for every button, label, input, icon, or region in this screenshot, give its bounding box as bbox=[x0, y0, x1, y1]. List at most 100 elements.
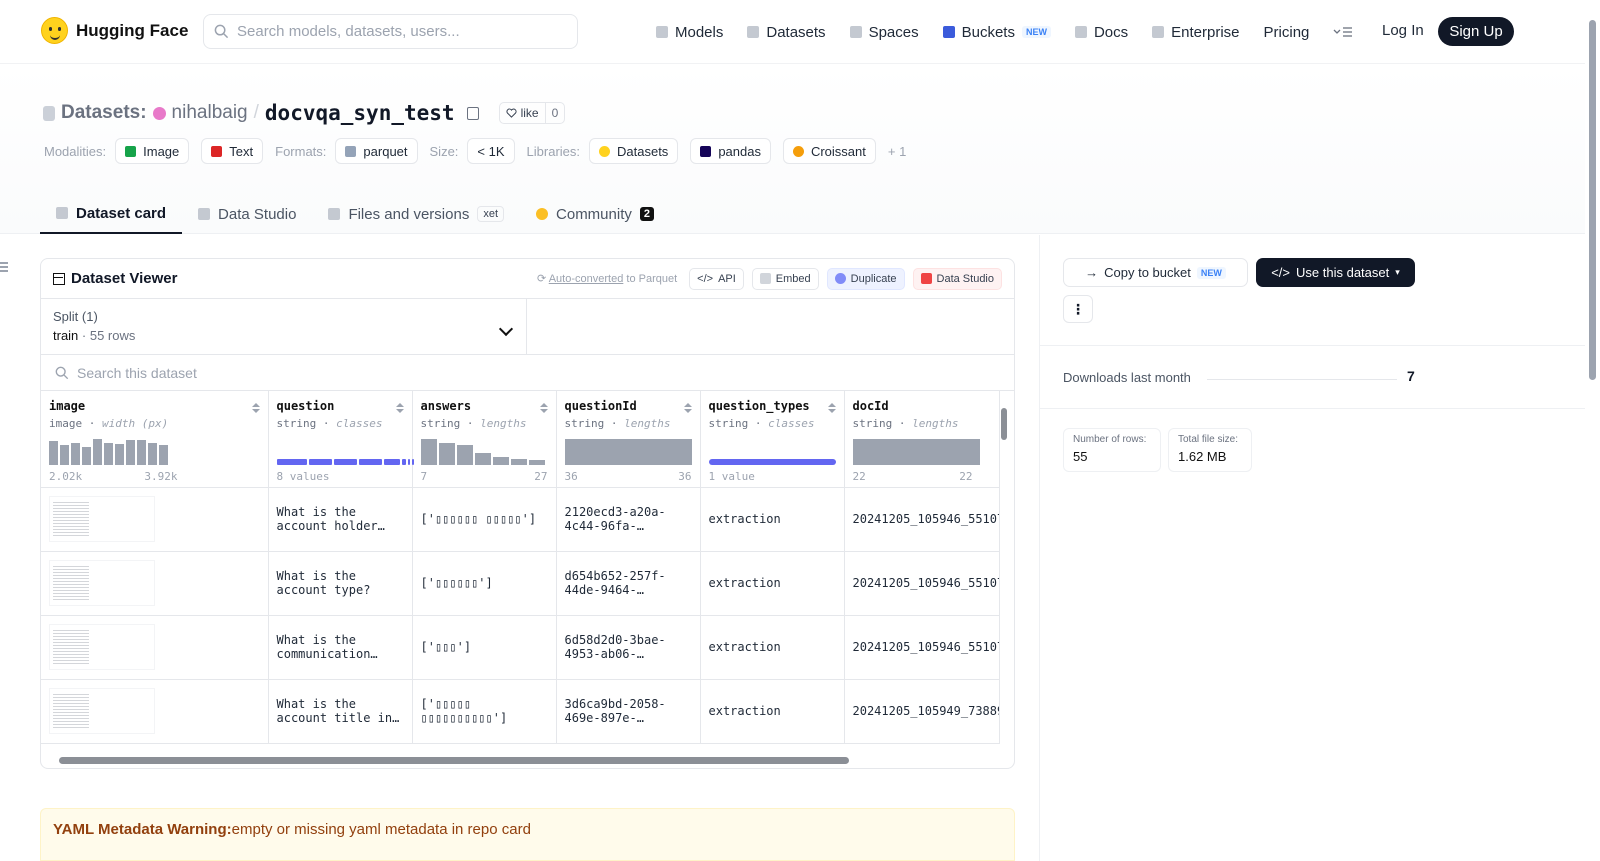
rows-value: 55 bbox=[1073, 449, 1088, 464]
like-count: 0 bbox=[551, 106, 559, 120]
doc-id-cell[interactable]: 20241205_105949_73889 bbox=[844, 679, 1000, 744]
brand-logo[interactable]: Hugging Face bbox=[41, 17, 188, 44]
sort-icon[interactable] bbox=[539, 403, 548, 413]
histogram bbox=[49, 439, 168, 465]
repo-header: Datasets: nihalbaig / docvqa_syn_test li… bbox=[0, 64, 1585, 234]
tab-dataset-card[interactable]: Dataset card bbox=[40, 194, 183, 234]
nav-pricing[interactable]: Pricing bbox=[1264, 24, 1310, 41]
column-type-value: string bbox=[708, 417, 749, 430]
split-dropdown[interactable]: Split (1) train · 55 rows bbox=[41, 299, 527, 354]
nav-buckets[interactable]: Buckets NEW bbox=[942, 24, 1051, 41]
nav-more-menu[interactable] bbox=[1333, 26, 1353, 38]
column-header-docId[interactable]: docId string · lengths 22 22 bbox=[844, 391, 1000, 488]
question-types-cell[interactable]: extraction bbox=[700, 551, 845, 616]
nav-spaces[interactable]: Spaces bbox=[849, 24, 919, 41]
format-parquet-chip[interactable]: parquet bbox=[335, 138, 418, 164]
document-thumbnail[interactable] bbox=[49, 624, 155, 670]
horizontal-scrollbar[interactable] bbox=[41, 752, 1014, 768]
new-badge: NEW bbox=[1196, 266, 1226, 279]
answers-cell[interactable]: ['▯▯▯▯▯▯ ▯▯▯▯▯'] bbox=[412, 487, 557, 552]
auto-converted-note[interactable]: ⟳ Auto-converted to Parquet bbox=[537, 272, 677, 285]
tab-data-studio[interactable]: Data Studio bbox=[182, 194, 312, 234]
tab-community[interactable]: Community 2 bbox=[520, 194, 670, 234]
question-cell[interactable]: What is the account holder… bbox=[268, 487, 413, 552]
tab-dataset-card-label: Dataset card bbox=[76, 204, 167, 222]
auto-converted-link[interactable]: Auto-converted bbox=[549, 273, 624, 285]
library-croissant-chip[interactable]: Croissant bbox=[782, 138, 876, 164]
signup-button[interactable]: Sign Up bbox=[1438, 17, 1514, 46]
tab-files-and-versions[interactable]: Files and versions xet bbox=[312, 194, 520, 234]
column-header-question[interactable]: question string · classes 8 values bbox=[268, 391, 414, 488]
api-button[interactable]: </> API bbox=[689, 267, 744, 290]
question-types-cell[interactable]: extraction bbox=[700, 615, 845, 680]
table-row[interactable]: What is the account title in… ['▯▯▯▯▯ ▯▯… bbox=[41, 679, 1000, 744]
question-cell[interactable]: What is the account type? bbox=[268, 551, 413, 616]
sidebar-toggle-icon[interactable] bbox=[0, 262, 8, 272]
embed-button[interactable]: Embed bbox=[751, 267, 819, 290]
size-chip[interactable]: < 1K bbox=[467, 138, 515, 164]
column-header-questionId[interactable]: questionId string · lengths 36 36 bbox=[556, 391, 701, 488]
doc-id-cell[interactable]: 20241205_105946_55107 bbox=[844, 615, 1000, 680]
modality-text-chip[interactable]: Text bbox=[201, 138, 264, 164]
column-header-question-types[interactable]: question_types string · classes 1 value bbox=[700, 391, 845, 488]
column-header-image[interactable]: image image · width (px) 2.02k 3.92k bbox=[41, 391, 269, 488]
table-row[interactable]: What is the account holder… ['▯▯▯▯▯▯ ▯▯▯… bbox=[41, 487, 1000, 552]
sort-icon[interactable] bbox=[827, 403, 836, 413]
sort-icon[interactable] bbox=[251, 403, 260, 413]
dataset-search-input[interactable]: Search this dataset bbox=[41, 355, 1014, 391]
scrollbar-thumb[interactable] bbox=[1589, 20, 1596, 380]
like-button[interactable]: like 0 bbox=[498, 102, 566, 124]
page-scrollbar[interactable] bbox=[1585, 0, 1600, 861]
question-types-cell[interactable]: extraction bbox=[700, 679, 845, 744]
question-id-cell[interactable]: d654b652-257f-44de-9464-… bbox=[556, 551, 701, 616]
image-cell[interactable] bbox=[41, 615, 269, 680]
column-type-value: string bbox=[852, 417, 893, 430]
document-thumbnail[interactable] bbox=[49, 560, 155, 606]
answers-cell[interactable]: ['▯▯▯'] bbox=[412, 615, 557, 680]
duplicate-button[interactable]: Duplicate bbox=[826, 267, 905, 290]
image-cell[interactable] bbox=[41, 487, 269, 552]
nav-datasets[interactable]: Datasets bbox=[747, 24, 826, 41]
library-datasets-chip[interactable]: Datasets bbox=[589, 138, 679, 164]
copy-icon[interactable] bbox=[466, 106, 479, 120]
doc-id-cell[interactable]: 20241205_105946_55107 bbox=[844, 551, 1000, 616]
more-options-button[interactable]: ⋮ bbox=[1063, 295, 1093, 323]
repo-title: Datasets: nihalbaig / docvqa_syn_test li… bbox=[43, 101, 566, 125]
image-cell[interactable] bbox=[41, 679, 269, 744]
repo-name[interactable]: docvqa_syn_test bbox=[265, 101, 455, 125]
nav-docs[interactable]: Docs bbox=[1074, 24, 1128, 41]
table-vertical-scrollbar[interactable] bbox=[1000, 398, 1008, 746]
library-pandas-chip[interactable]: pandas bbox=[690, 138, 771, 164]
question-cell[interactable]: What is the account title in… bbox=[268, 679, 413, 744]
question-cell[interactable]: What is the communication… bbox=[268, 615, 413, 680]
enterprise-icon bbox=[1152, 26, 1165, 38]
question-id-cell[interactable]: 2120ecd3-a20a-4c44-96fa-… bbox=[556, 487, 701, 552]
image-cell[interactable] bbox=[41, 551, 269, 616]
copy-to-bucket-button[interactable]: → Copy to bucket NEW bbox=[1063, 258, 1248, 287]
table-row[interactable]: What is the communication… ['▯▯▯'] 6d58d… bbox=[41, 615, 1000, 680]
use-this-dataset-button[interactable]: </> Use this dataset ▾ bbox=[1256, 258, 1415, 287]
document-thumbnail[interactable] bbox=[49, 496, 155, 542]
sort-icon[interactable] bbox=[395, 403, 404, 413]
document-thumbnail[interactable] bbox=[49, 688, 155, 734]
doc-id-cell[interactable]: 20241205_105946_55107 bbox=[844, 487, 1000, 552]
nav-enterprise[interactable]: Enterprise bbox=[1152, 24, 1240, 41]
question-id-cell[interactable]: 3d6ca9bd-2058-469e-897e-… bbox=[556, 679, 701, 744]
answers-cell[interactable]: ['▯▯▯▯▯▯'] bbox=[412, 551, 557, 616]
question-id-cell[interactable]: 6d58d2d0-3bae-4953-ab06-… bbox=[556, 615, 701, 680]
global-search-input[interactable]: Search models, datasets, users... bbox=[203, 14, 578, 49]
answers-cell[interactable]: ['▯▯▯▯▯ ▯▯▯▯▯▯▯▯▯▯'] bbox=[412, 679, 557, 744]
modality-image-chip[interactable]: Image bbox=[115, 138, 190, 164]
login-link[interactable]: Log In bbox=[1382, 22, 1424, 39]
question-types-cell[interactable]: extraction bbox=[700, 487, 845, 552]
scrollbar-thumb[interactable] bbox=[59, 757, 849, 764]
table-row[interactable]: What is the account type? ['▯▯▯▯▯▯'] d65… bbox=[41, 551, 1000, 616]
scrollbar-thumb[interactable] bbox=[1001, 408, 1007, 440]
data-studio-button[interactable]: Data Studio bbox=[912, 267, 1002, 290]
owner-link[interactable]: nihalbaig bbox=[172, 102, 248, 124]
libraries-more[interactable]: + 1 bbox=[888, 144, 906, 159]
sort-icon[interactable] bbox=[683, 403, 692, 413]
column-header-answers[interactable]: answers string · lengths 7 27 bbox=[412, 391, 557, 488]
section-label[interactable]: Datasets: bbox=[61, 102, 147, 124]
nav-models[interactable]: Models bbox=[656, 24, 723, 41]
